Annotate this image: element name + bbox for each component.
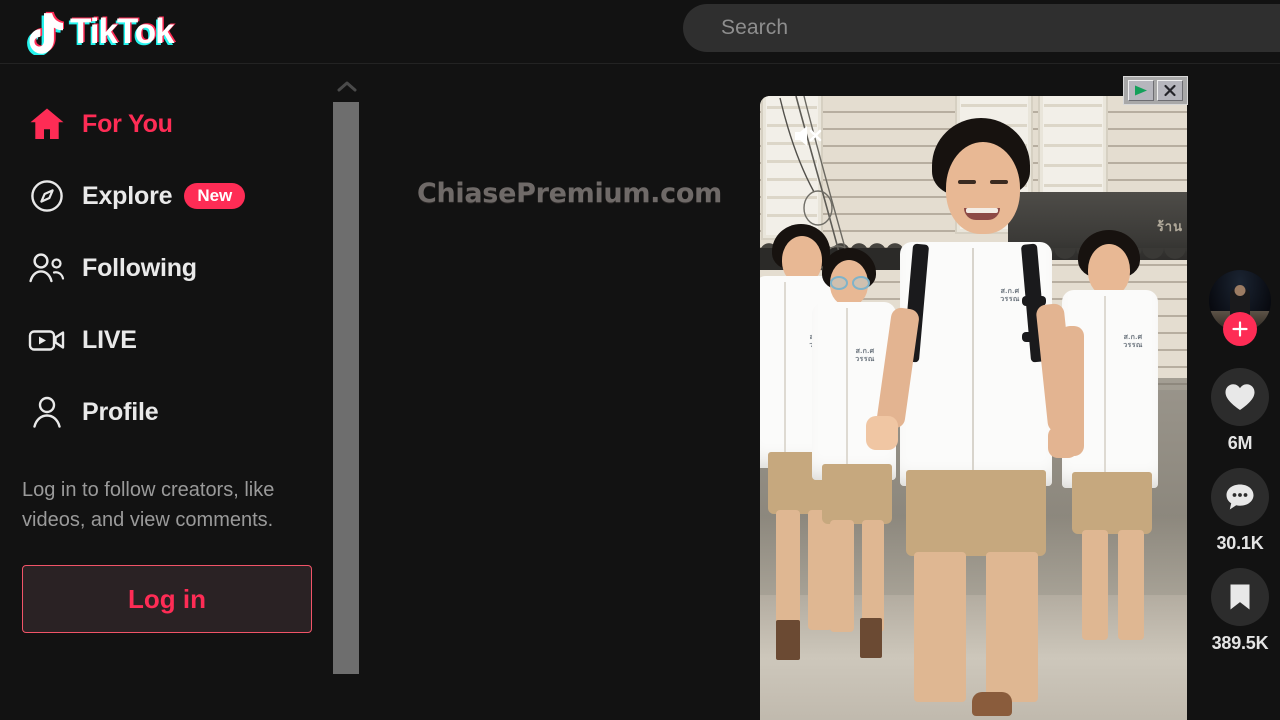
tiktok-logo[interactable]: TikTok TikTok TikTok bbox=[22, 0, 177, 64]
feed-scrollbar[interactable] bbox=[333, 76, 361, 720]
comment-action[interactable]: 30.1K bbox=[1211, 468, 1269, 554]
like-button[interactable] bbox=[1211, 368, 1269, 426]
home-icon bbox=[26, 103, 68, 145]
sidebar-item-following[interactable]: Following bbox=[0, 232, 325, 304]
speaker-muted-icon[interactable] bbox=[792, 122, 826, 150]
plus-icon bbox=[1232, 321, 1248, 337]
sidebar-label-live: LIVE bbox=[82, 325, 137, 354]
ad-play-button[interactable] bbox=[1128, 80, 1154, 101]
save-action[interactable]: 389.5K bbox=[1211, 568, 1269, 654]
heart-icon bbox=[1225, 384, 1255, 410]
comment-count: 30.1K bbox=[1216, 533, 1264, 553]
scrollbar-thumb[interactable] bbox=[333, 102, 359, 674]
sidebar-item-profile[interactable]: Profile bbox=[0, 376, 325, 448]
compass-icon bbox=[26, 175, 68, 217]
video-frame: ร้าน ส.ก.ศ วรรณ ส.ก.ศ วรรณ ส.ก.ศ วรรณ bbox=[760, 96, 1187, 720]
people-icon bbox=[26, 247, 68, 289]
tiktok-wordmark: TikTok TikTok TikTok bbox=[69, 12, 177, 51]
like-count: 6M bbox=[1227, 433, 1253, 453]
creator-avatar-wrap[interactable] bbox=[1209, 270, 1271, 346]
comment-icon bbox=[1226, 484, 1254, 510]
save-button[interactable] bbox=[1211, 568, 1269, 626]
sidebar-label-explore: Explore bbox=[82, 181, 173, 210]
site-watermark: ChiasePremium.com bbox=[417, 178, 722, 209]
save-count: 389.5K bbox=[1211, 633, 1269, 653]
ad-control-bar bbox=[1123, 76, 1188, 105]
video-camera-icon bbox=[26, 319, 68, 361]
login-prompt-text: Log in to follow creators, like videos, … bbox=[22, 479, 275, 531]
chevron-up-icon[interactable] bbox=[337, 78, 357, 94]
search-bar[interactable]: Search bbox=[683, 4, 1280, 52]
tiktok-note-icon bbox=[22, 9, 65, 56]
like-action[interactable]: 6M bbox=[1211, 368, 1269, 454]
wordmark-label: TikTok bbox=[70, 12, 175, 51]
video-action-rail: 6M 30.1K 389.5K bbox=[1200, 270, 1280, 654]
sidebar-item-for-you[interactable]: For You bbox=[0, 88, 325, 160]
sidebar-label-for-you: For You bbox=[82, 109, 173, 138]
sidebar-label-profile: Profile bbox=[82, 397, 159, 426]
comment-button[interactable] bbox=[1211, 468, 1269, 526]
sidebar-label-following: Following bbox=[82, 253, 197, 282]
login-button[interactable]: Log in bbox=[22, 565, 312, 634]
bookmark-icon bbox=[1230, 584, 1250, 610]
tiktok-page: TikTok TikTok TikTok Search For You Expl… bbox=[0, 0, 1280, 720]
sidebar-item-live[interactable]: LIVE bbox=[0, 304, 325, 376]
person-icon bbox=[26, 391, 68, 433]
search-input[interactable]: Search bbox=[721, 16, 788, 40]
left-sidebar: For You Explore New Following LIVE Profi… bbox=[0, 64, 325, 720]
play-icon bbox=[1135, 85, 1147, 96]
ad-close-button[interactable] bbox=[1157, 80, 1183, 101]
close-x-icon bbox=[1164, 84, 1176, 97]
video-player[interactable]: ร้าน ส.ก.ศ วรรณ ส.ก.ศ วรรณ ส.ก.ศ วรรณ bbox=[760, 96, 1187, 720]
top-header: TikTok TikTok TikTok Search bbox=[0, 0, 1280, 64]
background-sign: ร้าน bbox=[1156, 219, 1183, 234]
follow-button[interactable] bbox=[1223, 312, 1257, 346]
sidebar-item-explore[interactable]: Explore New bbox=[0, 160, 325, 232]
explore-new-badge: New bbox=[184, 183, 246, 209]
